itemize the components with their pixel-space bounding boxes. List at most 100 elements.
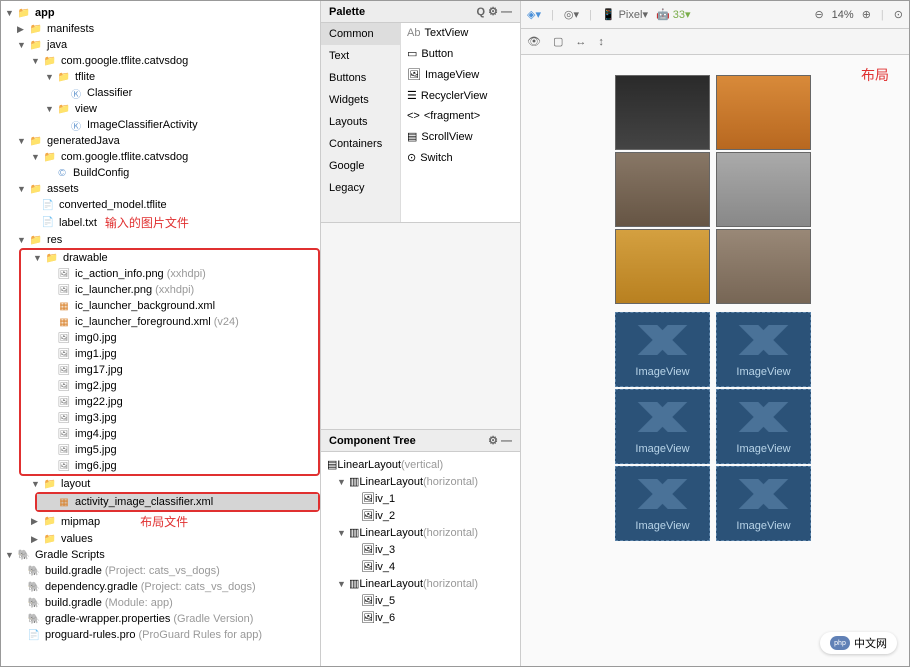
project-tree[interactable]: ▼📁app ▶📁manifests ▼📁java ▼📁com.google.tf… (1, 1, 321, 666)
tree-pkg2[interactable]: ▼📁com.google.tflite.catvsdog (1, 149, 320, 165)
palette-cat[interactable]: Common (321, 23, 400, 45)
comp-iv[interactable]: 🖼 iv_1 (325, 490, 516, 507)
tree-file[interactable]: 🖼img6.jpg (21, 458, 318, 474)
palette-item[interactable]: ▤ScrollView (401, 126, 520, 147)
annotation-input-files: 输入的图片文件 (105, 214, 189, 231)
comp-iv[interactable]: 🖼 iv_6 (325, 609, 516, 626)
tree-res[interactable]: ▼📁res (1, 232, 320, 248)
tree-gradle-scripts[interactable]: ▼🐘Gradle Scripts (1, 547, 320, 563)
palette-item[interactable]: AbTextView (401, 23, 520, 43)
tree-file[interactable]: 🖼img4.jpg (21, 426, 318, 442)
highlight-layout-file: ▦activity_image_classifier.xml (35, 492, 320, 512)
tree-file[interactable]: 🖼img1.jpg (21, 346, 318, 362)
imageview-placeholder[interactable]: ImageView (615, 312, 710, 387)
tree-app[interactable]: ▼📁app (1, 5, 320, 21)
preview-image[interactable] (615, 229, 710, 304)
tree-file[interactable]: 🖼img2.jpg (21, 378, 318, 394)
tree-activity-xml[interactable]: ▦activity_image_classifier.xml (37, 494, 318, 510)
imageview-placeholder[interactable]: ImageView (716, 389, 811, 464)
tree-view[interactable]: ▼📁view (1, 101, 320, 117)
palette-cat[interactable]: Widgets (321, 89, 400, 111)
palette-item[interactable]: 🖼ImageView (401, 64, 520, 85)
comp-iv[interactable]: 🖼 iv_2 (325, 507, 516, 524)
warnings-icon[interactable]: ⊙ (894, 8, 903, 21)
tree-values[interactable]: ▶📁values (1, 531, 320, 547)
palette-cat[interactable]: Google (321, 155, 400, 177)
comp-iv[interactable]: 🖼 iv_4 (325, 558, 516, 575)
tree-file[interactable]: 🖼img5.jpg (21, 442, 318, 458)
tree-layout[interactable]: ▼📁layout (1, 476, 320, 492)
comp-iv[interactable]: 🖼 iv_5 (325, 592, 516, 609)
tree-file[interactable]: 🖼img0.jpg (21, 330, 318, 346)
device-frame[interactable]: ImageView ImageView ImageView ImageView … (615, 75, 815, 549)
tree-drawable[interactable]: ▼📁drawable (21, 250, 318, 266)
tree-ica[interactable]: ⓀImageClassifierActivity (1, 117, 320, 133)
tree-gradle-file[interactable]: 🐘gradle-wrapper.properties(Gradle Versio… (1, 611, 320, 627)
palette-cat[interactable]: Legacy (321, 177, 400, 199)
tree-file[interactable]: 🖼img22.jpg (21, 394, 318, 410)
comp-root[interactable]: ▤ LinearLayout(vertical) (325, 456, 516, 473)
tree-file[interactable]: 🖼ic_action_info.png(xxhdpi) (21, 266, 318, 282)
palette-cat[interactable]: Text (321, 45, 400, 67)
palette-item[interactable]: <><fragment> (401, 106, 520, 126)
pan-icon[interactable]: ↕ (598, 36, 604, 48)
tree-java[interactable]: ▼📁java (1, 37, 320, 53)
tree-gradle-file[interactable]: 🐘dependency.gradle(Project: cats_vs_dogs… (1, 579, 320, 595)
layers-icon[interactable]: ◈▾ (527, 8, 541, 21)
tree-assets[interactable]: ▼📁assets (1, 181, 320, 197)
zoom-out-icon[interactable]: ⊖ (814, 8, 823, 21)
theme-icon[interactable]: ◎▾ (564, 8, 579, 21)
device-icon[interactable]: 📱 Pixel▾ (602, 8, 648, 21)
tree-manifests[interactable]: ▶📁manifests (1, 21, 320, 37)
view-mode-icon[interactable]: 👁 (527, 35, 541, 48)
palette-item[interactable]: ☰RecyclerView (401, 85, 520, 106)
tree-gradle-file[interactable]: 🐘build.gradle(Module: app) (1, 595, 320, 611)
tree-pkg[interactable]: ▼📁com.google.tflite.catvsdog (1, 53, 320, 69)
design-toolbar: ◈▾| ◎▾| 📱 Pixel▾ 🤖 33▾ ⊖ 14% ⊕| ⊙ (521, 1, 909, 29)
preview-image[interactable] (615, 75, 710, 150)
gear-icon[interactable]: ⚙ (488, 435, 498, 447)
tree-model[interactable]: 📄converted_model.tflite (1, 197, 320, 213)
preview-image[interactable] (716, 152, 811, 227)
palette-item[interactable]: ⊙Switch (401, 147, 520, 168)
tree-file[interactable]: 🖼img17.jpg (21, 362, 318, 378)
comp-ll[interactable]: ▼▥ LinearLayout(horizontal) (325, 473, 516, 490)
tree-file[interactable]: 🖼img3.jpg (21, 410, 318, 426)
minimize-icon[interactable]: — (501, 6, 512, 18)
comp-ll[interactable]: ▼▥ LinearLayout(horizontal) (325, 524, 516, 541)
minimize-icon[interactable]: — (501, 435, 512, 447)
refresh-icon[interactable]: ↔ (575, 36, 586, 48)
comp-ll[interactable]: ▼▥ LinearLayout(horizontal) (325, 575, 516, 592)
palette-cat[interactable]: Layouts (321, 111, 400, 133)
comp-iv[interactable]: 🖼 iv_3 (325, 541, 516, 558)
imageview-placeholder[interactable]: ImageView (615, 466, 710, 541)
imageview-placeholder[interactable]: ImageView (716, 312, 811, 387)
tree-buildconfig[interactable]: ©BuildConfig (1, 165, 320, 181)
tree-file[interactable]: ▦ic_launcher_foreground.xml(v24) (21, 314, 318, 330)
component-tree[interactable]: ▤ LinearLayout(vertical) ▼▥ LinearLayout… (321, 452, 520, 666)
blueprint-icon[interactable]: ▢ (553, 35, 563, 48)
tree-classifier[interactable]: ⓀClassifier (1, 85, 320, 101)
zoom-in-icon[interactable]: ⊕ (862, 8, 871, 21)
palette-cat[interactable]: Containers (321, 133, 400, 155)
imageview-placeholder[interactable]: ImageView (615, 389, 710, 464)
preview-image[interactable] (716, 229, 811, 304)
palette-header: Palette Q ⚙ — (321, 1, 520, 23)
api-level[interactable]: 🤖 33▾ (656, 8, 691, 21)
gear-icon[interactable]: ⚙ (488, 6, 498, 18)
search-icon[interactable]: Q (476, 6, 485, 18)
design-canvas[interactable]: 布局 ImageView ImageView ImageView ImageVi… (521, 55, 909, 666)
palette-cat[interactable]: Buttons (321, 67, 400, 89)
palette-item[interactable]: ▭Button (401, 43, 520, 64)
preview-image[interactable] (716, 75, 811, 150)
imageview-placeholder[interactable]: ImageView (716, 466, 811, 541)
tree-label[interactable]: 📄label.txt输入的图片文件 (1, 213, 320, 232)
tree-genjava[interactable]: ▼📁generatedJava (1, 133, 320, 149)
tree-mipmap[interactable]: ▶📁mipmap布局文件 (1, 512, 320, 531)
tree-tflite[interactable]: ▼📁tflite (1, 69, 320, 85)
tree-file[interactable]: 🖼ic_launcher.png(xxhdpi) (21, 282, 318, 298)
tree-gradle-file[interactable]: 🐘build.gradle(Project: cats_vs_dogs) (1, 563, 320, 579)
tree-file[interactable]: ▦ic_launcher_background.xml (21, 298, 318, 314)
tree-gradle-file[interactable]: 📄proguard-rules.pro(ProGuard Rules for a… (1, 627, 320, 643)
preview-image[interactable] (615, 152, 710, 227)
